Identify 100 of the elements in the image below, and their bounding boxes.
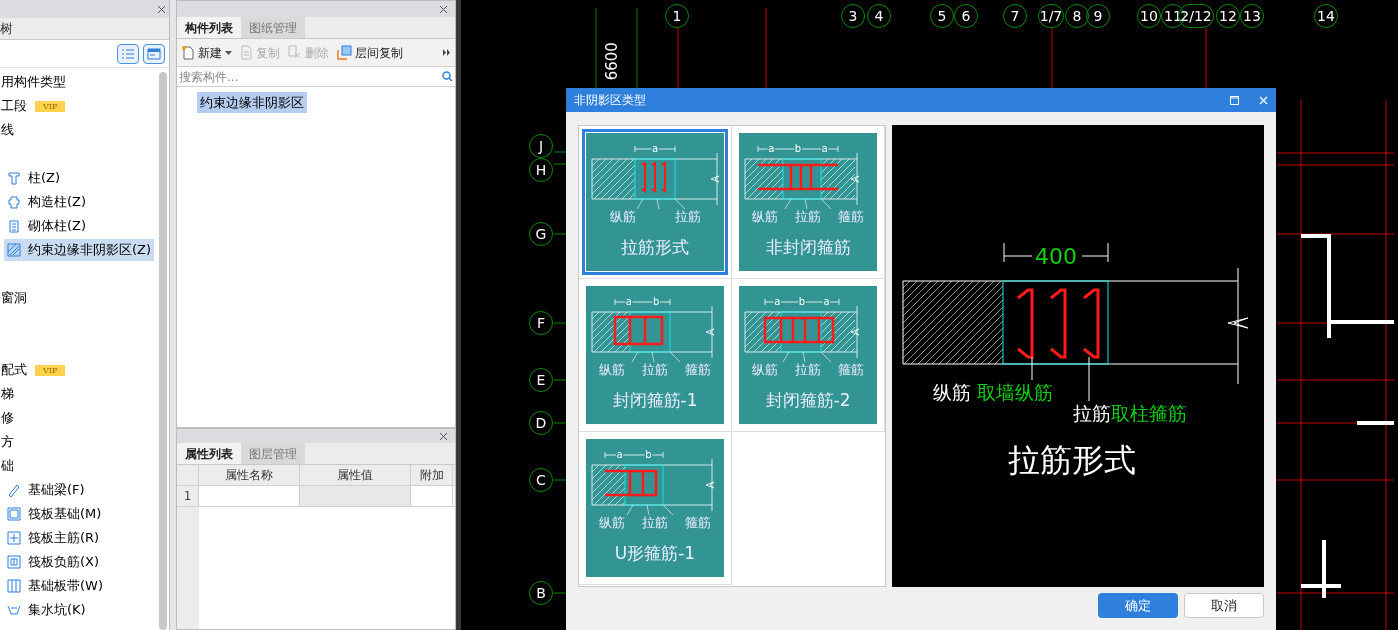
tree-item[interactable]: 约束边缘非阴影区(Z) bbox=[4, 239, 155, 261]
dimension-label: 6600 bbox=[601, 42, 622, 81]
close-icon[interactable] bbox=[440, 5, 447, 13]
tree-item[interactable]: 柱(Z) bbox=[4, 167, 64, 189]
vip-badge: VIP bbox=[35, 364, 66, 376]
tree-item[interactable]: 用构件类型 bbox=[1, 71, 66, 93]
window-icon bbox=[147, 47, 161, 60]
basin-icon bbox=[7, 603, 21, 617]
dimension-label: b bbox=[653, 296, 660, 307]
table-cell[interactable] bbox=[300, 486, 411, 506]
dimension-label: a bbox=[768, 143, 775, 154]
type-card[interactable]: a 纵筋 拉筋 拉筋形式 bbox=[582, 129, 728, 275]
rebar-label: 箍筋 bbox=[838, 362, 865, 378]
tree-item[interactable]: 配式 VIP bbox=[1, 359, 66, 381]
document-icon bbox=[240, 45, 253, 60]
axis-label: C bbox=[529, 468, 553, 492]
dimension-label: a bbox=[625, 296, 632, 307]
column-header: 属性名称 bbox=[199, 465, 300, 485]
dimension-label: a bbox=[823, 296, 830, 307]
more-icon[interactable] bbox=[443, 49, 451, 56]
axis-label: E bbox=[529, 368, 553, 392]
rebar-label: 拉筋 bbox=[674, 209, 701, 225]
vip-badge: VIP bbox=[35, 100, 66, 112]
callout-label: 纵筋 取墙纵筋 bbox=[933, 381, 1054, 403]
axis-label: H bbox=[529, 158, 553, 182]
rebar-label: 纵筋 bbox=[598, 515, 625, 531]
tree-item[interactable]: 筏板负筋(X) bbox=[4, 551, 103, 573]
list-view-button[interactable] bbox=[117, 43, 139, 64]
close-icon[interactable] bbox=[440, 432, 447, 440]
panel-tab[interactable]: 属性列表 bbox=[177, 443, 241, 464]
tree-item[interactable]: 砌体柱(Z) bbox=[4, 215, 90, 237]
card-title: U形箍筋-1 bbox=[614, 543, 696, 563]
rebar-label: 拉筋 bbox=[642, 362, 668, 378]
dimension-label: b bbox=[645, 449, 652, 460]
list-item[interactable]: 约束边缘非阴影区 bbox=[197, 92, 307, 113]
tree-item[interactable]: 梯 bbox=[1, 383, 14, 405]
card-view-button[interactable] bbox=[143, 43, 165, 64]
dimension-label: b bbox=[798, 296, 806, 307]
column-icon bbox=[7, 219, 21, 233]
card-title: 封闭箍筋-1 bbox=[612, 390, 698, 410]
axis-label: J bbox=[529, 134, 553, 158]
dimension-label: a bbox=[774, 296, 781, 307]
dimension-label: 400 bbox=[1035, 244, 1077, 269]
column-header: 附加 bbox=[411, 465, 453, 485]
scrollbar[interactable] bbox=[159, 72, 167, 630]
tree-item[interactable]: 集水坑(K) bbox=[4, 599, 89, 621]
axis-label: F bbox=[529, 311, 553, 335]
tree-item[interactable]: 构造柱(Z) bbox=[4, 191, 90, 213]
tree-item[interactable]: 筏板基础(M) bbox=[4, 503, 105, 525]
tree-item[interactable]: 基础梁(F) bbox=[4, 479, 88, 501]
card-title: 拉筋形式 bbox=[621, 237, 689, 257]
copy-layers-icon bbox=[337, 45, 352, 60]
column-icon bbox=[7, 195, 21, 209]
toolbar-button[interactable]: 层间复制 bbox=[337, 43, 403, 62]
card-title: 封闭箍筋-2 bbox=[765, 390, 851, 410]
rebar-label: 箍筋 bbox=[685, 515, 712, 531]
dimension-label: a bbox=[616, 449, 623, 460]
search-icon bbox=[442, 71, 453, 82]
new-file-icon bbox=[181, 45, 195, 60]
tree-item[interactable]: 基础板带(W) bbox=[4, 575, 106, 597]
axis-label: G bbox=[529, 222, 553, 246]
maximize-icon[interactable] bbox=[1230, 95, 1239, 105]
rebar-label: 箍筋 bbox=[838, 209, 865, 225]
ok-button[interactable]: 确定 bbox=[1098, 593, 1178, 618]
tree-item[interactable]: 修 bbox=[1, 407, 14, 429]
delete-document-icon bbox=[288, 45, 302, 60]
rebar-label: 纵筋 bbox=[751, 362, 778, 378]
pencil-icon bbox=[7, 483, 21, 497]
row-number: 1 bbox=[177, 486, 199, 506]
caret-icon bbox=[225, 50, 232, 55]
column-header: 属性值 bbox=[300, 465, 411, 485]
dimension-label: a bbox=[821, 143, 828, 154]
axis-label: B bbox=[529, 581, 553, 605]
dimension-label: a bbox=[651, 143, 659, 154]
axis-label: D bbox=[529, 411, 553, 435]
preview-title: 拉筋形式 bbox=[1008, 441, 1136, 479]
cancel-button[interactable]: 取消 bbox=[1184, 593, 1264, 618]
tree-item[interactable]: 工段 VIP bbox=[1, 95, 66, 117]
rebar-label: 箍筋 bbox=[685, 362, 712, 378]
rebar-label: 拉筋 bbox=[795, 209, 821, 225]
tree-item[interactable]: 窗洞 bbox=[1, 287, 27, 309]
rebar-label: 纵筋 bbox=[598, 362, 625, 378]
column-icon bbox=[7, 171, 21, 185]
tree-item[interactable]: 方 bbox=[1, 431, 14, 453]
callout-label: 拉筋取柱箍筋 bbox=[1073, 402, 1187, 424]
card-title: 非封闭箍筋 bbox=[765, 237, 851, 257]
tree-item[interactable]: 线 bbox=[1, 119, 14, 141]
rebar-label: 纵筋 bbox=[751, 209, 778, 225]
rebar-label: 拉筋 bbox=[642, 515, 668, 531]
search-field[interactable]: 搜索构件... bbox=[179, 67, 442, 86]
tree-item[interactable]: 筏板主筋(R) bbox=[4, 527, 103, 549]
rebar-label: 拉筋 bbox=[795, 362, 821, 378]
dimension-label: b bbox=[794, 143, 802, 154]
toolbar-button[interactable]: 新建 bbox=[181, 43, 232, 62]
panel-title: 树 bbox=[0, 19, 13, 38]
list-icon bbox=[121, 47, 135, 60]
tree-item[interactable]: 础 bbox=[1, 455, 14, 477]
rebar-label: 纵筋 bbox=[609, 209, 636, 225]
close-icon[interactable] bbox=[158, 5, 165, 13]
panel-tab[interactable]: 构件列表 bbox=[177, 17, 241, 38]
